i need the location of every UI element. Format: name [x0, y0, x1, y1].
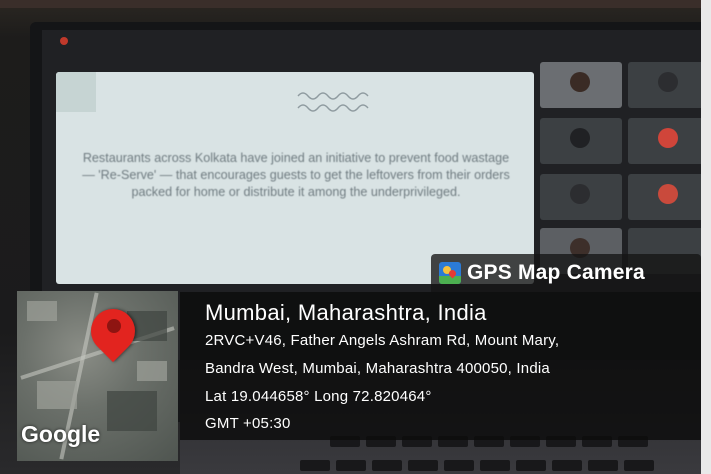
map-thumbnail: Google	[17, 291, 178, 461]
avatar	[658, 72, 678, 92]
keyboard-row	[300, 458, 660, 471]
gps-app-name: GPS Map Camera	[467, 261, 645, 284]
participant-tile[interactable]	[540, 118, 622, 164]
location-pin-center	[107, 319, 121, 333]
location-info-box: Mumbai, Maharashtra, India 2RVC+V46, Fat…	[180, 292, 701, 440]
address-line-1: 2RVC+V46, Father Angels Ashram Rd, Mount…	[205, 332, 560, 349]
map-block	[37, 381, 77, 409]
slide-corner-decoration	[56, 72, 96, 112]
presentation-slide: Restaurants across Kolkata have joined a…	[56, 72, 534, 284]
gps-map-camera-logo-icon	[439, 262, 461, 284]
participant-video	[570, 72, 590, 92]
key	[624, 460, 654, 471]
gps-app-header: GPS Map Camera	[431, 254, 701, 292]
participant-tile[interactable]	[540, 174, 622, 220]
avatar	[570, 128, 590, 148]
key	[408, 460, 438, 471]
key	[552, 460, 582, 471]
key	[300, 460, 330, 471]
key	[372, 460, 402, 471]
avatar	[658, 128, 678, 148]
recording-dot-icon	[60, 37, 68, 45]
wave-decoration-icon	[297, 92, 369, 112]
map-block	[137, 361, 167, 381]
photo-right-edge	[701, 0, 711, 474]
photo-top-edge	[0, 0, 711, 8]
timezone: GMT +05:30	[205, 415, 291, 432]
participant-tile[interactable]	[628, 118, 710, 164]
meeting-title-bar	[60, 36, 360, 46]
key	[516, 460, 546, 471]
key	[336, 460, 366, 471]
map-block	[107, 391, 157, 431]
map-block	[27, 301, 57, 321]
address-line-2: Bandra West, Mumbai, Maharashtra 400050,…	[205, 360, 550, 377]
participant-tile[interactable]	[628, 62, 710, 108]
key	[588, 460, 618, 471]
participant-tile[interactable]	[540, 62, 622, 108]
participant-tile[interactable]	[628, 174, 710, 220]
avatar	[658, 184, 678, 204]
google-logo: Google	[21, 421, 101, 447]
key	[480, 460, 510, 471]
slide-body-text: Restaurants across Kolkata have joined a…	[82, 151, 510, 199]
avatar	[570, 184, 590, 204]
location-title: Mumbai, Maharashtra, India	[205, 300, 487, 325]
key	[444, 460, 474, 471]
coordinates: Lat 19.044658° Long 72.820464°	[205, 388, 432, 405]
